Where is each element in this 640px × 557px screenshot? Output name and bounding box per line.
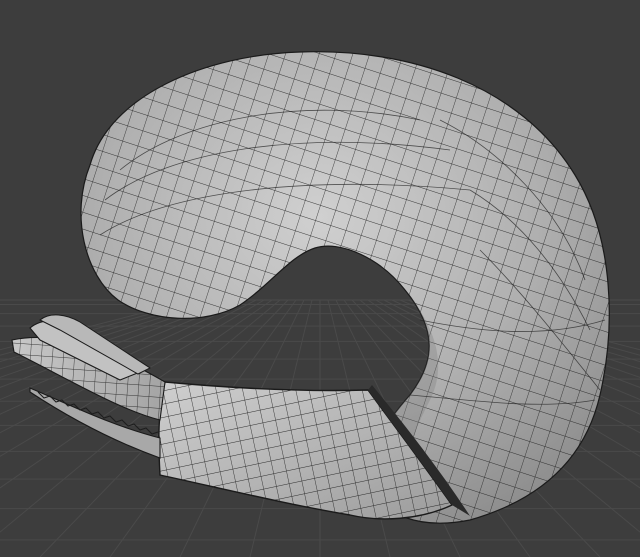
- 3d-viewport[interactable]: [0, 0, 640, 557]
- viewport-canvas[interactable]: [0, 0, 640, 557]
- mesh-object[interactable]: [11, 51, 610, 524]
